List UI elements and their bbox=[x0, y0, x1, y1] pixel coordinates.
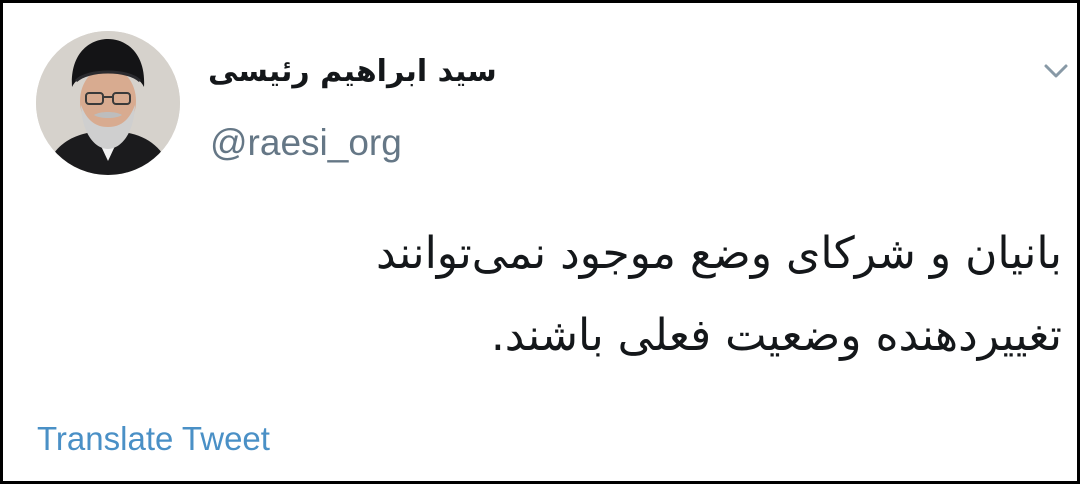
tweet-text-line: تغییردهنده وضعیت فعلی باشند. bbox=[490, 310, 1062, 361]
translate-tweet-link[interactable]: Translate Tweet bbox=[37, 419, 270, 459]
user-handle[interactable]: @raesi_org bbox=[210, 121, 402, 165]
tweet-text-line: بانیان و شرکای وضع موجود نمی‌توانند bbox=[375, 228, 1062, 279]
tweet-text: بانیان و شرکای وضع موجود نمی‌توانند تغیی… bbox=[162, 213, 1062, 377]
display-name[interactable]: سید ابراهیم رئیسی bbox=[208, 47, 528, 97]
tweet-card: سید ابراهیم رئیسی @raesi_org بانیان و شر… bbox=[0, 0, 1080, 484]
chevron-down-icon bbox=[1044, 64, 1068, 78]
profile-photo-icon bbox=[36, 31, 180, 175]
tweet-menu-button[interactable] bbox=[1038, 57, 1074, 85]
avatar[interactable] bbox=[36, 31, 180, 175]
